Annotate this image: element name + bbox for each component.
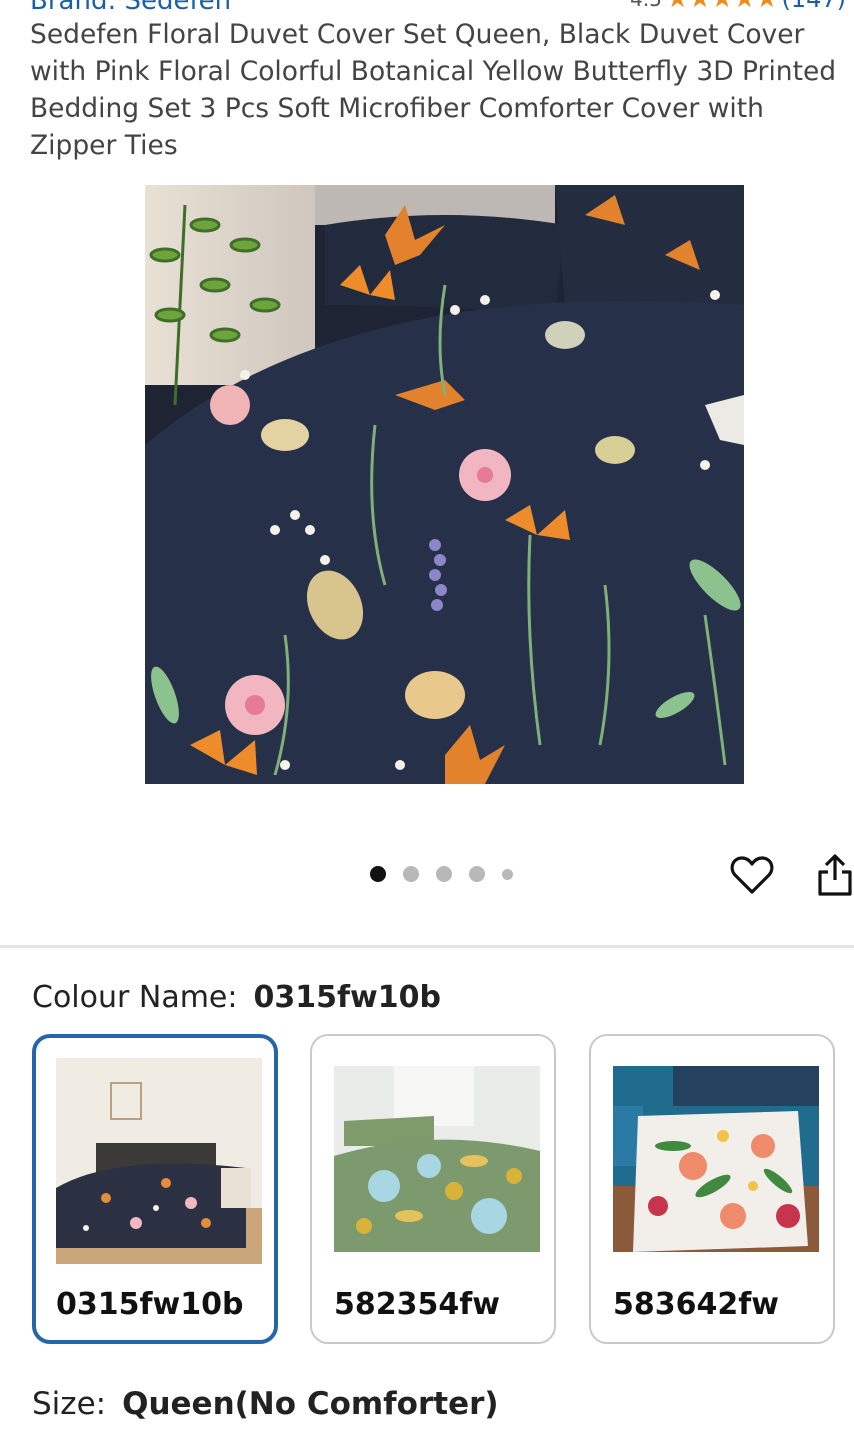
swatch-image <box>613 1066 819 1252</box>
share-icon[interactable] <box>815 852 854 898</box>
carousel-dot[interactable] <box>436 866 452 882</box>
colour-option-label: 0315fw10b <box>56 1287 244 1322</box>
brand-link[interactable]: Brand: Sedefen <box>30 0 231 16</box>
size-selected-value: Queen(No Comforter) <box>122 1386 499 1422</box>
colour-option-label: 582354fw <box>334 1287 501 1322</box>
carousel-dot[interactable] <box>502 868 513 880</box>
carousel-dot[interactable] <box>403 866 419 882</box>
colour-option-0315fw10b[interactable]: 0315fw10b <box>32 1034 278 1344</box>
image-carousel-dots <box>370 866 513 882</box>
heart-icon[interactable] <box>729 852 775 898</box>
colour-option-582354fw[interactable]: 582354fw <box>310 1034 556 1344</box>
colour-selected-value: 0315fw10b <box>253 980 442 1015</box>
carousel-dot[interactable] <box>469 866 485 882</box>
product-title: Sedefen Floral Duvet Cover Set Queen, Bl… <box>30 19 837 161</box>
colour-option-583642fw[interactable]: 583642fw <box>589 1034 835 1344</box>
duvet-floral-image <box>145 185 744 784</box>
colour-name-row: Colour Name: 0315fw10b <box>32 980 441 1015</box>
rating-count[interactable]: (147) <box>781 0 846 13</box>
section-divider <box>0 945 854 948</box>
rating-value: 4.5 <box>630 0 662 11</box>
rating-summary[interactable]: 4.5 ★★★★★ (147) <box>630 0 846 14</box>
colour-option-label: 583642fw <box>613 1287 780 1322</box>
size-row[interactable]: Size: Queen(No Comforter) <box>32 1386 499 1422</box>
swatch-image <box>56 1058 262 1264</box>
product-main-image[interactable] <box>145 185 744 784</box>
brand-rating-row: Brand: Sedefen 4.5 ★★★★★ (147) <box>30 0 854 16</box>
rating-stars: ★★★★★ <box>666 0 779 14</box>
swatch-image <box>334 1066 540 1252</box>
carousel-dot[interactable] <box>370 866 386 882</box>
colour-label: Colour Name: <box>32 980 238 1015</box>
size-label: Size: <box>32 1386 107 1422</box>
